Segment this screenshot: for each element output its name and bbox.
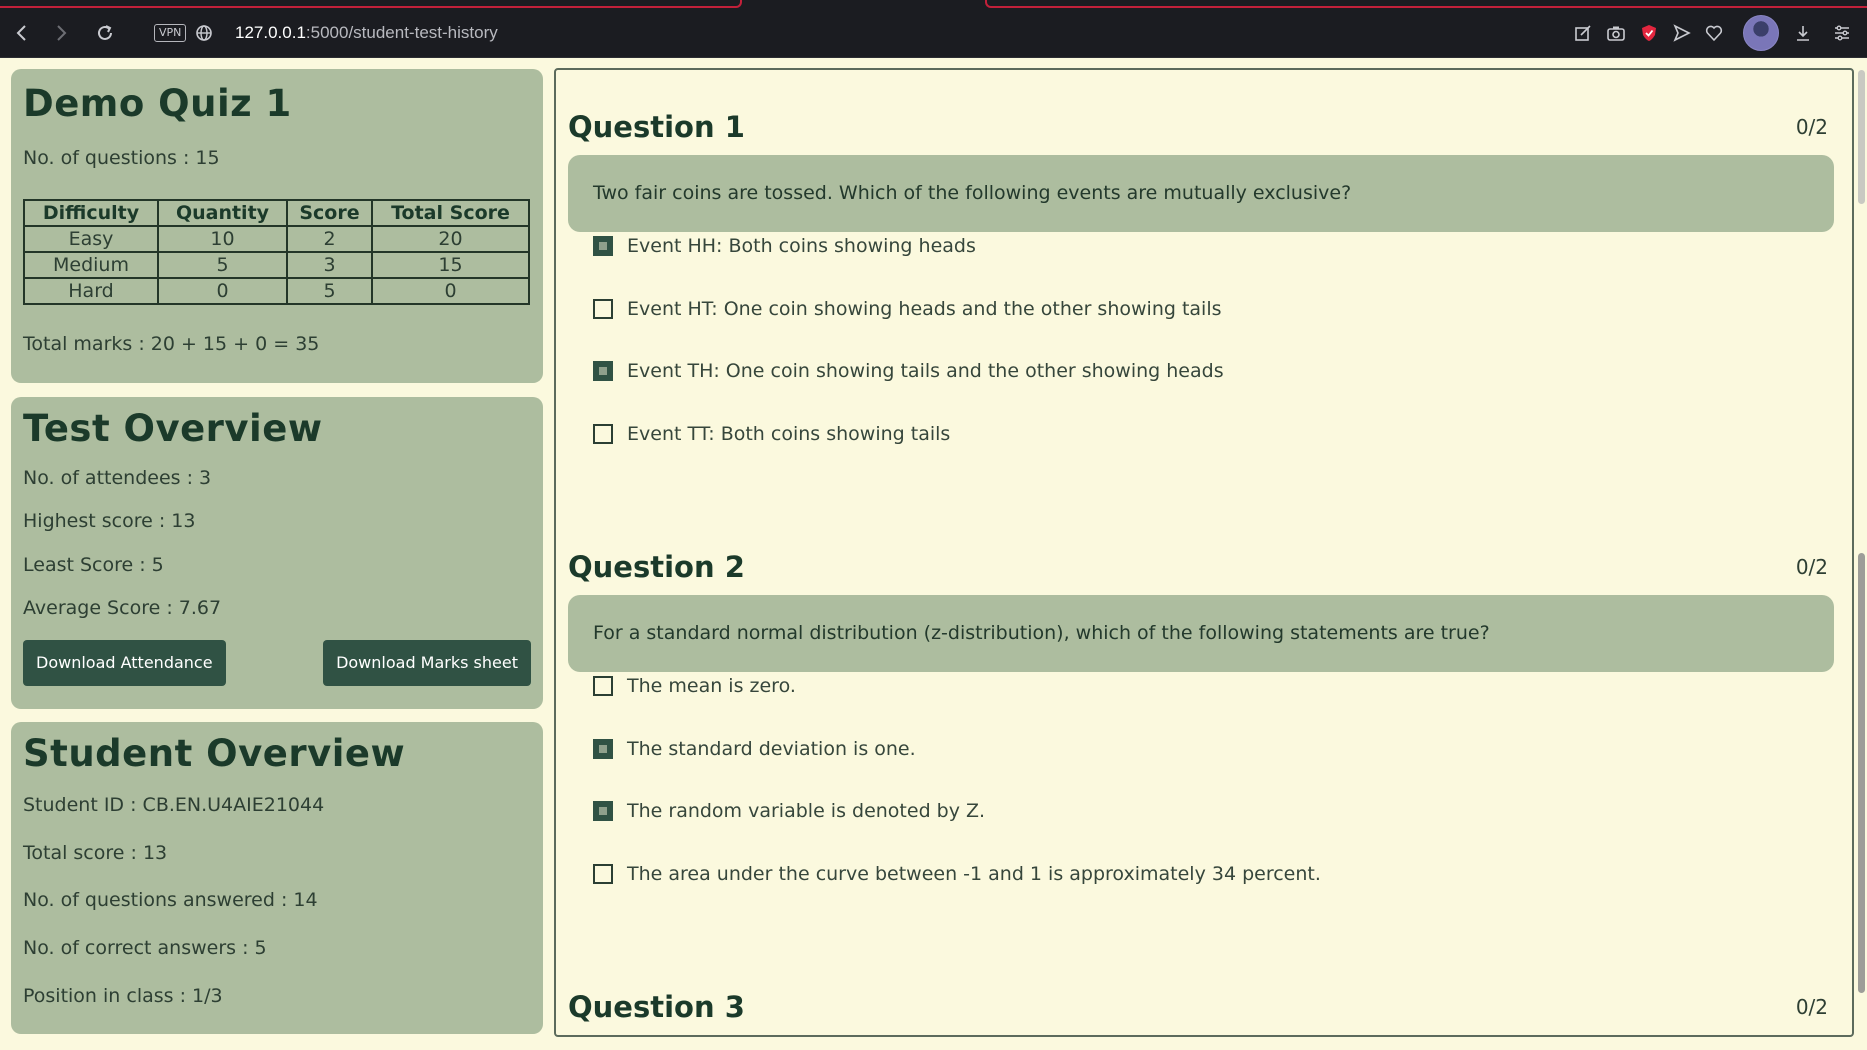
- quiz-summary-card: Demo Quiz 1 No. of questions : 15 Diffic…: [11, 69, 543, 383]
- test-overview-title: Test Overview: [23, 407, 323, 450]
- download-attendance-button[interactable]: Download Attendance: [23, 640, 226, 686]
- vpn-badge[interactable]: VPN: [154, 24, 187, 42]
- table-cell: Easy: [23, 225, 159, 253]
- edit-share-icon[interactable]: [1570, 20, 1596, 46]
- answer-option[interactable]: The area under the curve between -1 and …: [593, 861, 1321, 887]
- question-text: For a standard normal distribution (z-di…: [568, 595, 1834, 672]
- answer-option[interactable]: The random variable is denoted by Z.: [593, 798, 985, 824]
- globe-icon[interactable]: [191, 20, 217, 46]
- download-icon[interactable]: [1790, 20, 1816, 46]
- table-cell: 20: [371, 225, 530, 253]
- difficulty-table: Difficulty Quantity Score Total Score Ea…: [23, 199, 530, 305]
- correct-answers: No. of correct answers : 5: [23, 937, 267, 959]
- menu-settings-icon[interactable]: [1829, 20, 1855, 46]
- profile-avatar[interactable]: [1743, 15, 1779, 51]
- table-cell: 15: [371, 251, 530, 279]
- quiz-title: Demo Quiz 1: [23, 82, 292, 125]
- question-text: Two fair coins are tossed. Which of the …: [568, 155, 1834, 232]
- table-cell: Medium: [23, 251, 159, 279]
- column-header: Total Score: [371, 199, 530, 227]
- table-row: Hard 0 5 0: [23, 277, 530, 305]
- student-id: Student ID : CB.EN.U4AIE21044: [23, 794, 325, 816]
- table-cell: Hard: [23, 277, 159, 305]
- shield-icon[interactable]: [1636, 20, 1662, 46]
- page-scrollbar-thumb[interactable]: [1858, 553, 1865, 993]
- back-icon[interactable]: [9, 20, 35, 46]
- forward-icon[interactable]: [48, 20, 74, 46]
- option-label: Event HT: One coin showing heads and the…: [627, 298, 1222, 320]
- answer-option[interactable]: The standard deviation is one.: [593, 736, 916, 762]
- table-cell: 2: [286, 225, 373, 253]
- send-icon[interactable]: [1669, 20, 1695, 46]
- table-cell: 3: [286, 251, 373, 279]
- highest-score: Highest score : 13: [23, 510, 196, 532]
- table-cell: 10: [157, 225, 288, 253]
- table-cell: 5: [286, 277, 373, 305]
- browser-toolbar: VPN 127.0.0.1:5000/student-test-history: [0, 0, 1867, 58]
- checkbox-checked[interactable]: [593, 739, 613, 759]
- table-row: Easy 10 2 20: [23, 225, 530, 253]
- column-header: Difficulty: [23, 199, 159, 227]
- checkbox-unchecked[interactable]: [593, 864, 613, 884]
- option-label: The area under the curve between -1 and …: [627, 863, 1321, 885]
- url-host: 127.0.0.1: [235, 23, 306, 42]
- attendees-count: No. of attendees : 3: [23, 467, 212, 489]
- student-overview-card: Student Overview Student ID : CB.EN.U4AI…: [11, 722, 543, 1034]
- option-label: The random variable is denoted by Z.: [627, 800, 986, 822]
- question-title: Question 2: [568, 550, 745, 584]
- heart-icon[interactable]: [1701, 20, 1727, 46]
- table-cell: 0: [371, 277, 530, 305]
- class-position: Position in class : 1/3: [23, 985, 223, 1007]
- panel-scrollbar-thumb[interactable]: [1858, 70, 1865, 204]
- table-row: Medium 5 3 15: [23, 251, 530, 279]
- question-title: Question 3: [568, 990, 745, 1024]
- option-label: Event TT: Both coins showing tails: [627, 423, 951, 445]
- checkbox-checked[interactable]: [593, 236, 613, 256]
- answer-option[interactable]: Event HH: Both coins showing heads: [593, 233, 976, 259]
- questions-answered: No. of questions answered : 14: [23, 889, 318, 911]
- checkbox-unchecked[interactable]: [593, 299, 613, 319]
- question-title: Question 1: [568, 110, 745, 144]
- least-score: Least Score : 5: [23, 554, 164, 576]
- answer-option[interactable]: The mean is zero.: [593, 673, 796, 699]
- answer-option[interactable]: Event TH: One coin showing tails and the…: [593, 358, 1224, 384]
- total-score: Total score : 13: [23, 842, 168, 864]
- option-label: The standard deviation is one.: [627, 738, 916, 760]
- question-score: 0/2: [1795, 555, 1828, 579]
- tab-strip-left: [0, 0, 742, 8]
- url-path: :5000/student-test-history: [305, 23, 498, 42]
- question-score: 0/2: [1795, 115, 1828, 139]
- tab-strip-right: [985, 0, 1867, 8]
- reload-icon[interactable]: [92, 20, 118, 46]
- answer-option[interactable]: Event TT: Both coins showing tails: [593, 421, 950, 447]
- column-header: Quantity: [157, 199, 288, 227]
- checkbox-unchecked[interactable]: [593, 424, 613, 444]
- checkbox-checked[interactable]: [593, 361, 613, 381]
- address-bar[interactable]: 127.0.0.1:5000/student-test-history: [235, 21, 498, 45]
- table-header-row: Difficulty Quantity Score Total Score: [23, 199, 530, 227]
- num-questions: No. of questions : 15: [23, 147, 220, 169]
- option-label: Event TH: One coin showing tails and the…: [627, 360, 1224, 382]
- checkbox-unchecked[interactable]: [593, 676, 613, 696]
- option-label: Event HH: Both coins showing heads: [627, 235, 976, 257]
- download-marks-sheet-button[interactable]: Download Marks sheet: [323, 640, 531, 686]
- average-score: Average Score : 7.67: [23, 597, 222, 619]
- student-overview-title: Student Overview: [23, 732, 406, 775]
- test-overview-card: Test Overview No. of attendees : 3 Highe…: [11, 397, 543, 709]
- table-cell: 0: [157, 277, 288, 305]
- table-cell: 5: [157, 251, 288, 279]
- answer-option[interactable]: Event HT: One coin showing heads and the…: [593, 296, 1222, 322]
- question-score: 0/2: [1795, 995, 1828, 1019]
- total-marks: Total marks : 20 + 15 + 0 = 35: [23, 333, 320, 355]
- option-label: The mean is zero.: [627, 675, 796, 697]
- camera-icon[interactable]: [1603, 20, 1629, 46]
- questions-panel[interactable]: Question 1 0/2 Two fair coins are tossed…: [554, 68, 1854, 1037]
- page-content: Demo Quiz 1 No. of questions : 15 Diffic…: [0, 58, 1867, 1050]
- column-header: Score: [286, 199, 373, 227]
- checkbox-checked[interactable]: [593, 801, 613, 821]
